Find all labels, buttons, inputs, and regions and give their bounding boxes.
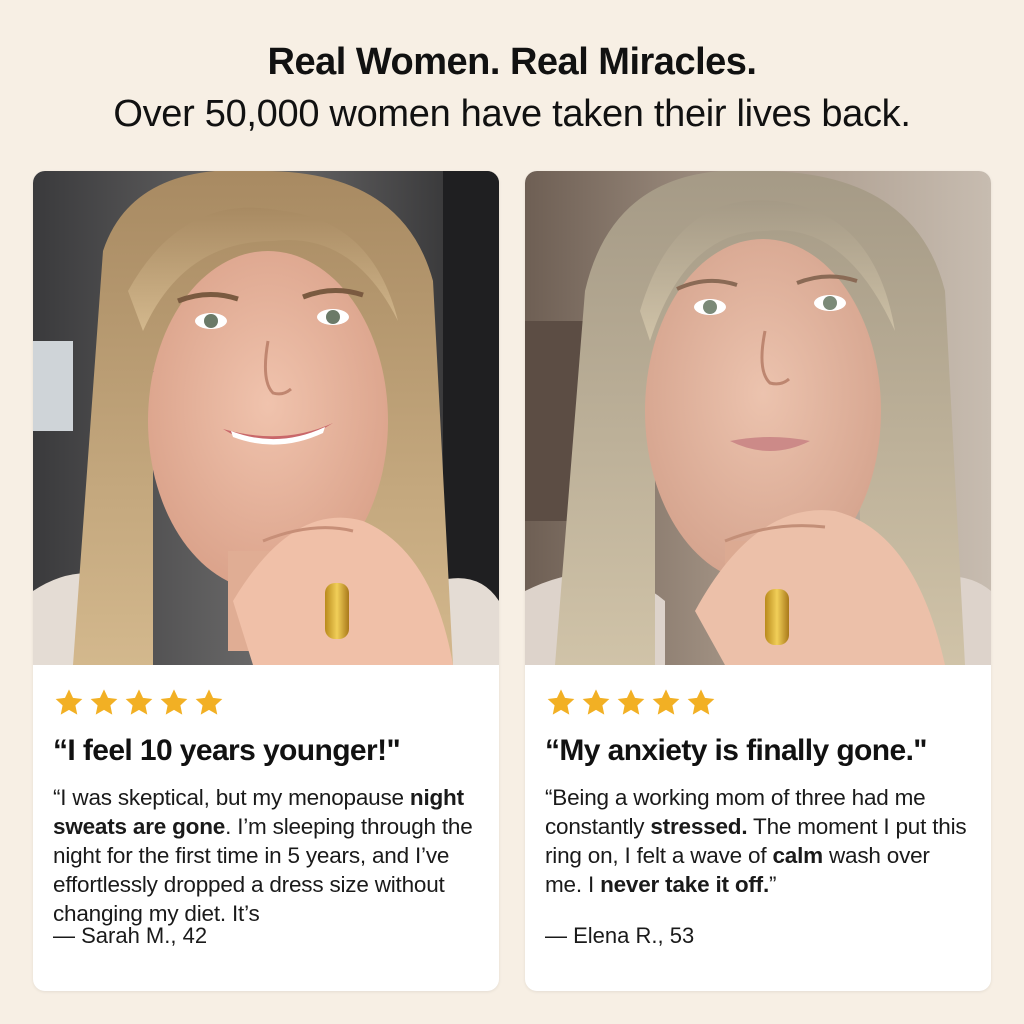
star-rating [545, 687, 971, 719]
star-icon [547, 689, 575, 715]
star-icon [617, 689, 645, 715]
testimonial-title: “My anxiety is finally gone." [545, 734, 928, 767]
review-text: “I was skeptical, but my menopause [53, 785, 410, 810]
review-emphasis: stressed. [650, 814, 748, 839]
star-icon [55, 689, 83, 715]
headline: Real Women. Real Miracles. [267, 41, 757, 83]
testimonial-card: “I feel 10 years younger!" “I was skepti… [33, 171, 499, 991]
star-icon [687, 689, 715, 715]
star-icon [160, 689, 188, 715]
testimonial-card: “My anxiety is finally gone." “Being a w… [525, 171, 991, 991]
star-rating [53, 687, 479, 719]
testimonial-review: “I was skeptical, but my menopause night… [53, 783, 479, 928]
review-emphasis: calm [772, 843, 823, 868]
testimonial-author: — Sarah M., 42 [53, 923, 208, 948]
testimonial-title: “I feel 10 years younger!" [53, 734, 401, 767]
testimonial-body: “I feel 10 years younger!" “I was skepti… [33, 665, 499, 991]
star-icon [195, 689, 223, 715]
star-icon [582, 689, 610, 715]
testimonial-photo [33, 171, 499, 665]
review-text: ” [769, 872, 777, 897]
star-icon [125, 689, 153, 715]
testimonial-author: — Elena R., 53 [545, 923, 695, 948]
subline: Over 50,000 women have taken their lives… [113, 93, 911, 135]
star-icon [652, 689, 680, 715]
testimonial-review: “Being a working mom of three had me con… [545, 783, 971, 928]
testimonial-body: “My anxiety is finally gone." “Being a w… [525, 665, 991, 991]
header: Real Women. Real Miracles. Over 50,000 w… [0, 36, 1024, 140]
review-emphasis: never take it off. [600, 872, 770, 897]
star-icon [90, 689, 118, 715]
testimonial-photo [525, 171, 991, 665]
